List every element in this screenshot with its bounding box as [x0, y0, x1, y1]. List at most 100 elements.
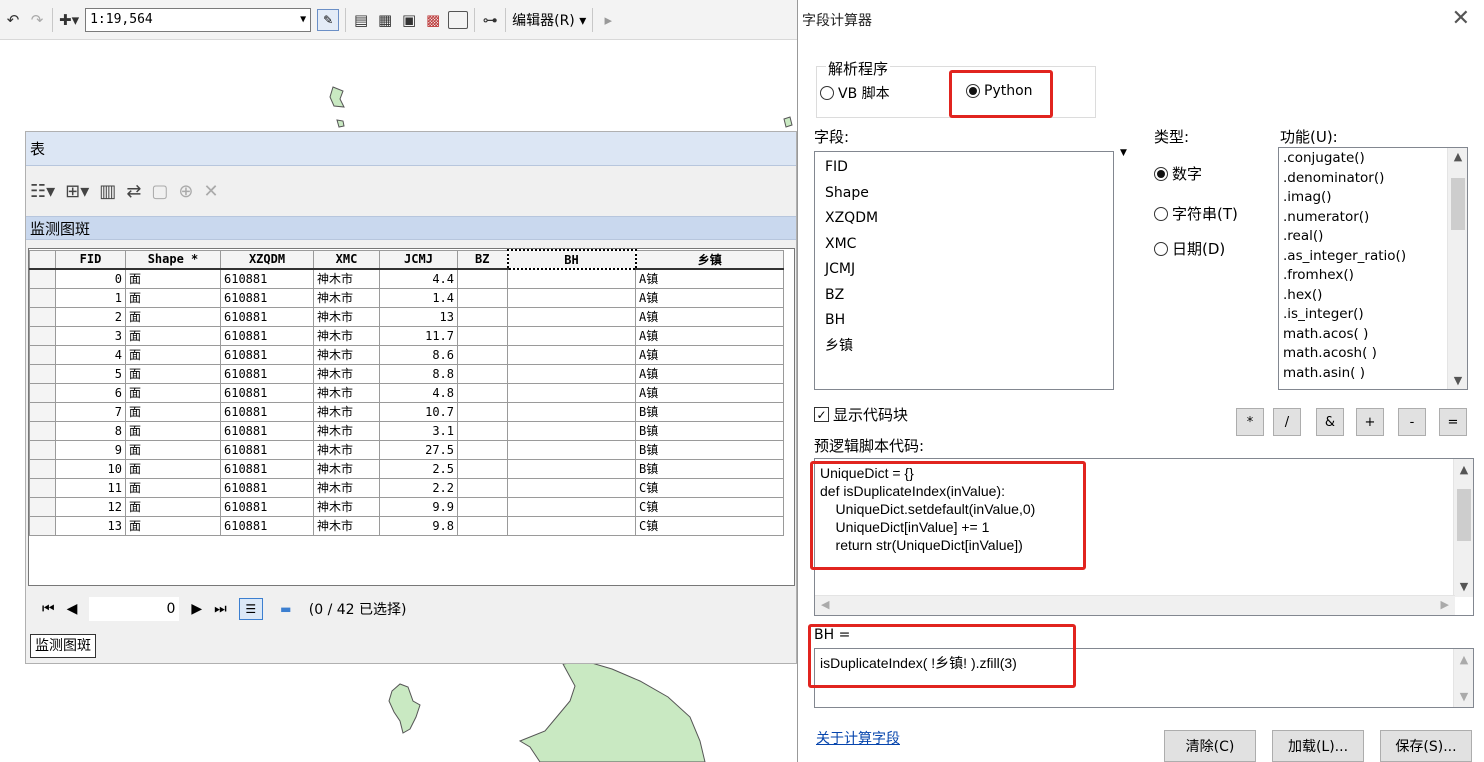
table-cell[interactable]: 610881: [220, 420, 314, 441]
table-row[interactable]: 13 面 610881 神木市 9.8 C镇: [29, 515, 784, 536]
column-header[interactable]: FID: [55, 249, 126, 270]
column-header[interactable]: XMC: [313, 249, 380, 270]
load-button[interactable]: 加载(L)...: [1272, 730, 1364, 762]
table-cell[interactable]: [457, 439, 508, 460]
function-item[interactable]: .numerator(): [1279, 208, 1467, 228]
table-of-contents-icon[interactable]: ▤: [352, 9, 370, 31]
table-cell[interactable]: [507, 515, 636, 536]
clear-selection-icon[interactable]: ▢: [151, 181, 168, 202]
table-cell[interactable]: 610881: [220, 344, 314, 365]
table-cell[interactable]: 神木市: [313, 344, 380, 365]
table-cell[interactable]: 13: [55, 515, 126, 536]
edit-tool-icon[interactable]: ▸: [599, 9, 617, 31]
table-cell[interactable]: [507, 325, 636, 346]
record-position-input[interactable]: 0: [89, 597, 180, 621]
table-cell[interactable]: [457, 458, 508, 479]
table-cell[interactable]: 神木市: [313, 287, 380, 308]
field-item[interactable]: Shape: [815, 181, 1113, 207]
table-cell[interactable]: 610881: [220, 287, 314, 308]
function-item[interactable]: .fromhex(): [1279, 266, 1467, 286]
table-cell[interactable]: 面: [125, 515, 221, 536]
scroll-up-icon[interactable]: ▲: [1454, 463, 1474, 476]
table-cell[interactable]: 610881: [220, 439, 314, 460]
field-item[interactable]: FID: [815, 155, 1113, 181]
function-item[interactable]: .imag(): [1279, 188, 1467, 208]
table-row[interactable]: 0 面 610881 神木市 4.4 A镇: [29, 268, 784, 289]
table-cell[interactable]: 神木市: [313, 306, 380, 327]
table-cell[interactable]: [507, 477, 636, 498]
fields-list[interactable]: FID Shape XZQDM XMC JCMJ BZ BH 乡镇: [814, 151, 1114, 390]
delete-selected-icon[interactable]: ✕: [204, 181, 219, 202]
table-cell[interactable]: 2.5: [379, 458, 458, 479]
scroll-left-icon[interactable]: ◀: [821, 598, 829, 611]
table-cell[interactable]: 3: [55, 325, 126, 346]
table-bottom-tab[interactable]: 监测图斑: [30, 634, 96, 658]
table-cell[interactable]: 面: [125, 477, 221, 498]
table-cell[interactable]: 9.8: [379, 515, 458, 536]
table-row[interactable]: 10 面 610881 神木市 2.5 B镇: [29, 458, 784, 479]
table-cell[interactable]: 8.6: [379, 344, 458, 365]
row-selector[interactable]: [29, 515, 56, 536]
table-cell[interactable]: 面: [125, 363, 221, 384]
close-icon[interactable]: ✕: [1452, 6, 1470, 31]
show-selected-records-icon[interactable]: ▬: [275, 600, 297, 618]
table-cell[interactable]: 0: [55, 268, 126, 289]
operator-divide-button[interactable]: /: [1273, 408, 1301, 436]
operator-concat-button[interactable]: &: [1316, 408, 1344, 436]
table-options-icon[interactable]: ☷▾: [30, 181, 55, 202]
functions-scrollbar[interactable]: ▲ ▼: [1447, 148, 1467, 389]
table-cell[interactable]: [457, 401, 508, 422]
table-cell[interactable]: [457, 382, 508, 403]
function-item[interactable]: .real(): [1279, 227, 1467, 247]
select-by-attributes-icon[interactable]: ▥: [99, 181, 116, 202]
table-cell[interactable]: [457, 515, 508, 536]
type-option-string[interactable]: 字符串(T): [1154, 203, 1238, 224]
field-item[interactable]: 乡镇: [815, 334, 1113, 360]
table-cell[interactable]: 11: [55, 477, 126, 498]
table-cell[interactable]: B镇: [635, 458, 784, 479]
about-calculate-field-link[interactable]: 关于计算字段: [816, 728, 900, 748]
scroll-right-icon[interactable]: ▶: [1441, 598, 1449, 611]
table-cell[interactable]: 610881: [220, 496, 314, 517]
table-cell[interactable]: 9.9: [379, 496, 458, 517]
table-row[interactable]: 6 面 610881 神木市 4.8 A镇: [29, 382, 784, 403]
row-selector[interactable]: [29, 306, 56, 327]
row-selector[interactable]: [29, 477, 56, 498]
redo-icon[interactable]: ↷: [28, 9, 46, 31]
table-cell[interactable]: [457, 287, 508, 308]
catalog-icon[interactable]: ▦: [376, 9, 394, 31]
python-window-icon[interactable]: [448, 10, 469, 29]
table-tab-label[interactable]: 监测图斑: [30, 218, 90, 239]
table-cell[interactable]: A镇: [635, 363, 784, 384]
table-cell[interactable]: 面: [125, 325, 221, 346]
table-cell[interactable]: 610881: [220, 325, 314, 346]
column-header[interactable]: BZ: [457, 249, 508, 270]
table-cell[interactable]: [507, 401, 636, 422]
table-row[interactable]: 9 面 610881 神木市 27.5 B镇: [29, 439, 784, 460]
table-cell[interactable]: C镇: [635, 477, 784, 498]
table-cell[interactable]: 5: [55, 363, 126, 384]
table-cell[interactable]: 面: [125, 382, 221, 403]
field-item[interactable]: BZ: [815, 283, 1113, 309]
table-window-title[interactable]: 表: [26, 132, 796, 166]
function-item[interactable]: math.acosh( ): [1279, 344, 1467, 364]
row-selector[interactable]: [29, 344, 56, 365]
table-cell[interactable]: A镇: [635, 287, 784, 308]
table-cell[interactable]: 神木市: [313, 477, 380, 498]
column-header[interactable]: BH: [506, 249, 637, 270]
row-selector[interactable]: [29, 420, 56, 441]
column-header[interactable]: 乡镇: [635, 249, 784, 270]
table-cell[interactable]: B镇: [635, 439, 784, 460]
function-item[interactable]: math.asin( ): [1279, 364, 1467, 384]
table-cell[interactable]: 神木市: [313, 458, 380, 479]
table-cell[interactable]: 神木市: [313, 382, 380, 403]
scroll-down-icon[interactable]: ▼: [1454, 580, 1474, 593]
add-data-icon[interactable]: ✚▾: [59, 9, 79, 31]
table-cell[interactable]: A镇: [635, 382, 784, 403]
row-selector[interactable]: [29, 268, 56, 289]
last-record-icon[interactable]: ⏭: [214, 601, 227, 617]
table-cell[interactable]: [457, 363, 508, 384]
table-cell[interactable]: 面: [125, 306, 221, 327]
code-vertical-scrollbar[interactable]: ▲ ▼: [1453, 459, 1473, 597]
table-cell[interactable]: 6: [55, 382, 126, 403]
